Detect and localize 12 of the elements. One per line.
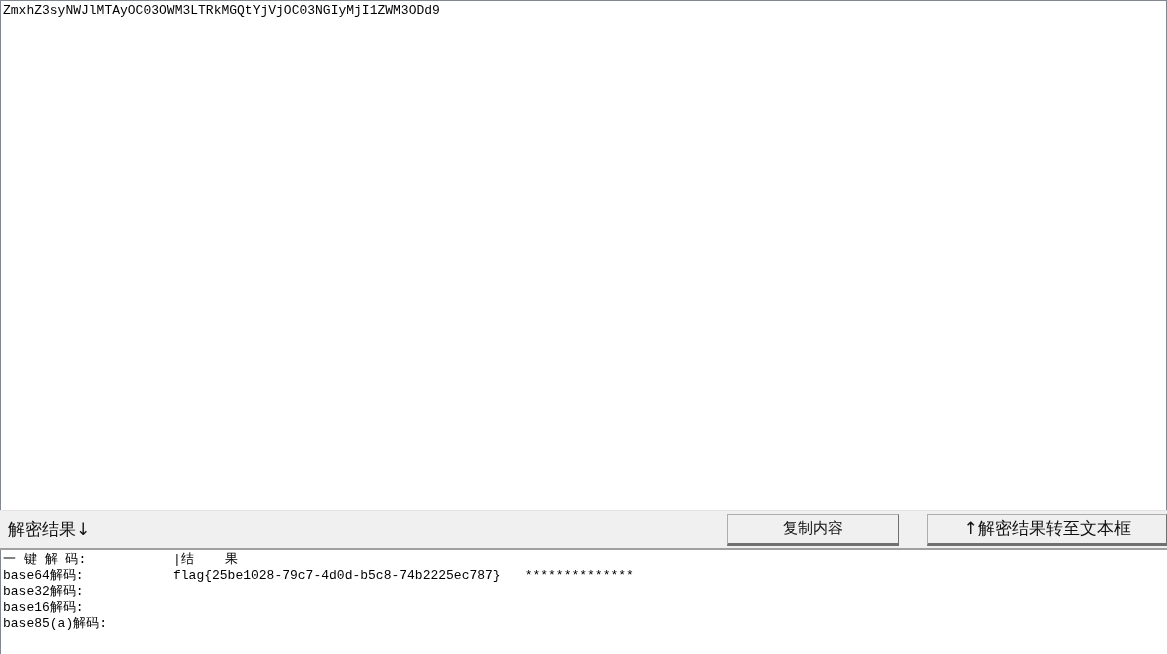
decode-label: base85(a)解码: [3,616,108,632]
masked-text: ************** [524,568,634,584]
input-field[interactable]: ZmxhZ3syNWJlMTAyOC03OWM3LTRkMGQtYjVjOC03NGIyMjI1ZWM3ODd9 [0,0,1167,510]
decode-result: flag{25be1028-79c7-4d0d-b5c8-74b2225ec787} [173,568,501,584]
copy-button[interactable]: 复制内容 [727,513,899,546]
header-label: 一 键 解 码: [3,552,88,568]
toolbar-label: 解密结果↓ [8,518,92,541]
transfer-button[interactable]: ↑解密结果转至文本框 [927,513,1167,546]
decode-label: base16解码: [3,600,85,616]
header-result: |结 果 [173,552,238,568]
decode-label: base64解码: [3,568,85,584]
decode-label: base32解码: [3,584,85,600]
